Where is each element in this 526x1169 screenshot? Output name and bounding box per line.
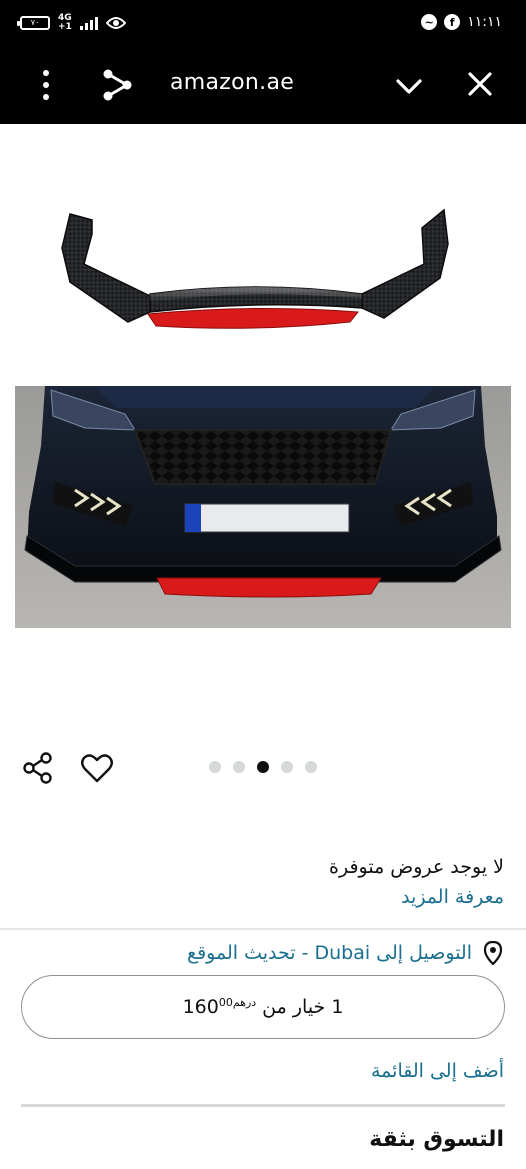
divider	[21, 1104, 505, 1107]
divider	[0, 928, 526, 930]
delivery-text: التوصيل إلى Dubai - تحديث الموقع	[186, 942, 472, 964]
close-icon[interactable]	[466, 70, 494, 98]
share-icon[interactable]	[102, 68, 132, 102]
facebook-icon: f	[444, 14, 461, 30]
section-heading: التسوق بثقة	[369, 1127, 504, 1152]
option-price: 160 00 درهم	[183, 996, 257, 1018]
url-text[interactable]: amazon.ae	[170, 68, 294, 98]
gallery-pagination[interactable]	[209, 761, 317, 773]
network-sub: +1	[58, 22, 72, 32]
car-front-photo	[15, 386, 511, 628]
gallery-actions	[0, 746, 526, 790]
learn-more-link[interactable]: معرفة المزيد	[401, 882, 504, 912]
heart-icon[interactable]	[79, 750, 115, 786]
location-pin-icon	[483, 941, 503, 965]
network-indicator: 4G +1	[58, 14, 72, 32]
option-label: 1 خيار من	[262, 996, 344, 1018]
add-to-list-link[interactable]: أضف إلى القائمة	[371, 1056, 504, 1086]
gallery-dot[interactable]	[281, 761, 293, 773]
battery-level: ٧٠	[30, 18, 40, 27]
price-fraction: 00	[218, 996, 233, 1009]
eye-icon	[105, 17, 126, 29]
gallery-dot[interactable]	[233, 761, 245, 773]
signal-icon	[79, 16, 98, 30]
front-lip-product-image	[61, 208, 449, 329]
buying-options-button[interactable]: 1 خيار من 160 00 درهم	[21, 975, 505, 1039]
chevron-down-icon[interactable]	[394, 72, 424, 102]
more-options-icon[interactable]	[38, 68, 54, 102]
delivery-location[interactable]: التوصيل إلى Dubai - تحديث الموقع	[187, 937, 504, 969]
price-currency: درهم	[232, 996, 257, 1009]
price-whole: 160	[182, 996, 219, 1018]
no-offers-text: لا يوجد عروض متوفرة	[329, 856, 504, 878]
battery-icon: ٧٠	[17, 16, 50, 30]
gallery-dot-active[interactable]	[257, 761, 269, 773]
gallery-dot[interactable]	[209, 761, 221, 773]
messenger-icon: ~	[421, 14, 438, 30]
browser-toolbar: amazon.ae	[0, 48, 526, 124]
status-bar: ٧٠ 4G +1 ~ f ١١:١١	[0, 0, 526, 48]
product-image-gallery[interactable]	[0, 124, 526, 724]
status-time: ١١:١١	[467, 14, 502, 30]
share-product-icon[interactable]	[20, 750, 56, 786]
gallery-dot[interactable]	[305, 761, 317, 773]
